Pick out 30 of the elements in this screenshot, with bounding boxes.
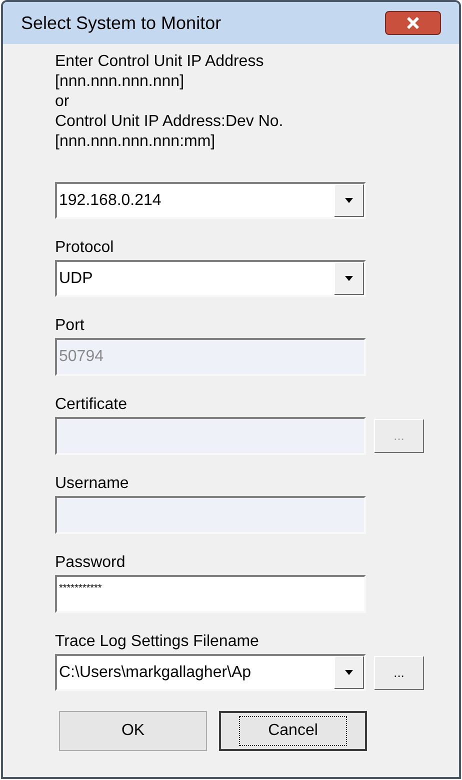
dialog-button[interactable]: Cancel [219,711,367,751]
field-label: Certificate [55,395,128,415]
window-title: Select System to Monitor [21,12,222,35]
dropdown[interactable]: 192.168.0.214 [55,182,366,219]
caret-icon [344,276,354,282]
dropdown-arrow-button[interactable] [334,262,364,295]
instruction-text: or [55,92,70,112]
instruction-text: Enter Control Unit IP Address [55,52,265,72]
field-label: Password [55,553,126,573]
password-field[interactable]: *********** [55,575,366,613]
browse-button[interactable]: ... [374,656,424,690]
close-icon [406,17,420,29]
dropdown-value: 192.168.0.214 [58,190,162,210]
field-label: Trace Log Settings Filename [55,632,260,652]
dropdown-value: C:\Users\markgallagher\Ap [58,662,252,682]
caret-icon [344,198,354,204]
dropdown-arrow-button[interactable] [334,184,364,217]
dropdown-arrow-button[interactable] [334,656,364,689]
dialog-button[interactable]: OK [59,711,207,751]
instruction-text: [nnn.nnn.nnn.nnn] [55,72,186,92]
field-label: Protocol [55,238,115,258]
caret-icon [344,670,354,676]
close-button[interactable] [385,11,441,35]
dropdown[interactable]: UDP [55,260,366,297]
dropdown-value: UDP [58,268,94,288]
instruction-text: Control Unit IP Address:Dev No. [55,112,284,132]
field-label: Port [55,316,86,336]
instruction-text: [nnn.nnn.nnn.nnn:mm] [55,132,216,152]
field-label: Username [55,474,130,494]
dropdown[interactable]: C:\Users\markgallagher\Ap [55,654,366,691]
